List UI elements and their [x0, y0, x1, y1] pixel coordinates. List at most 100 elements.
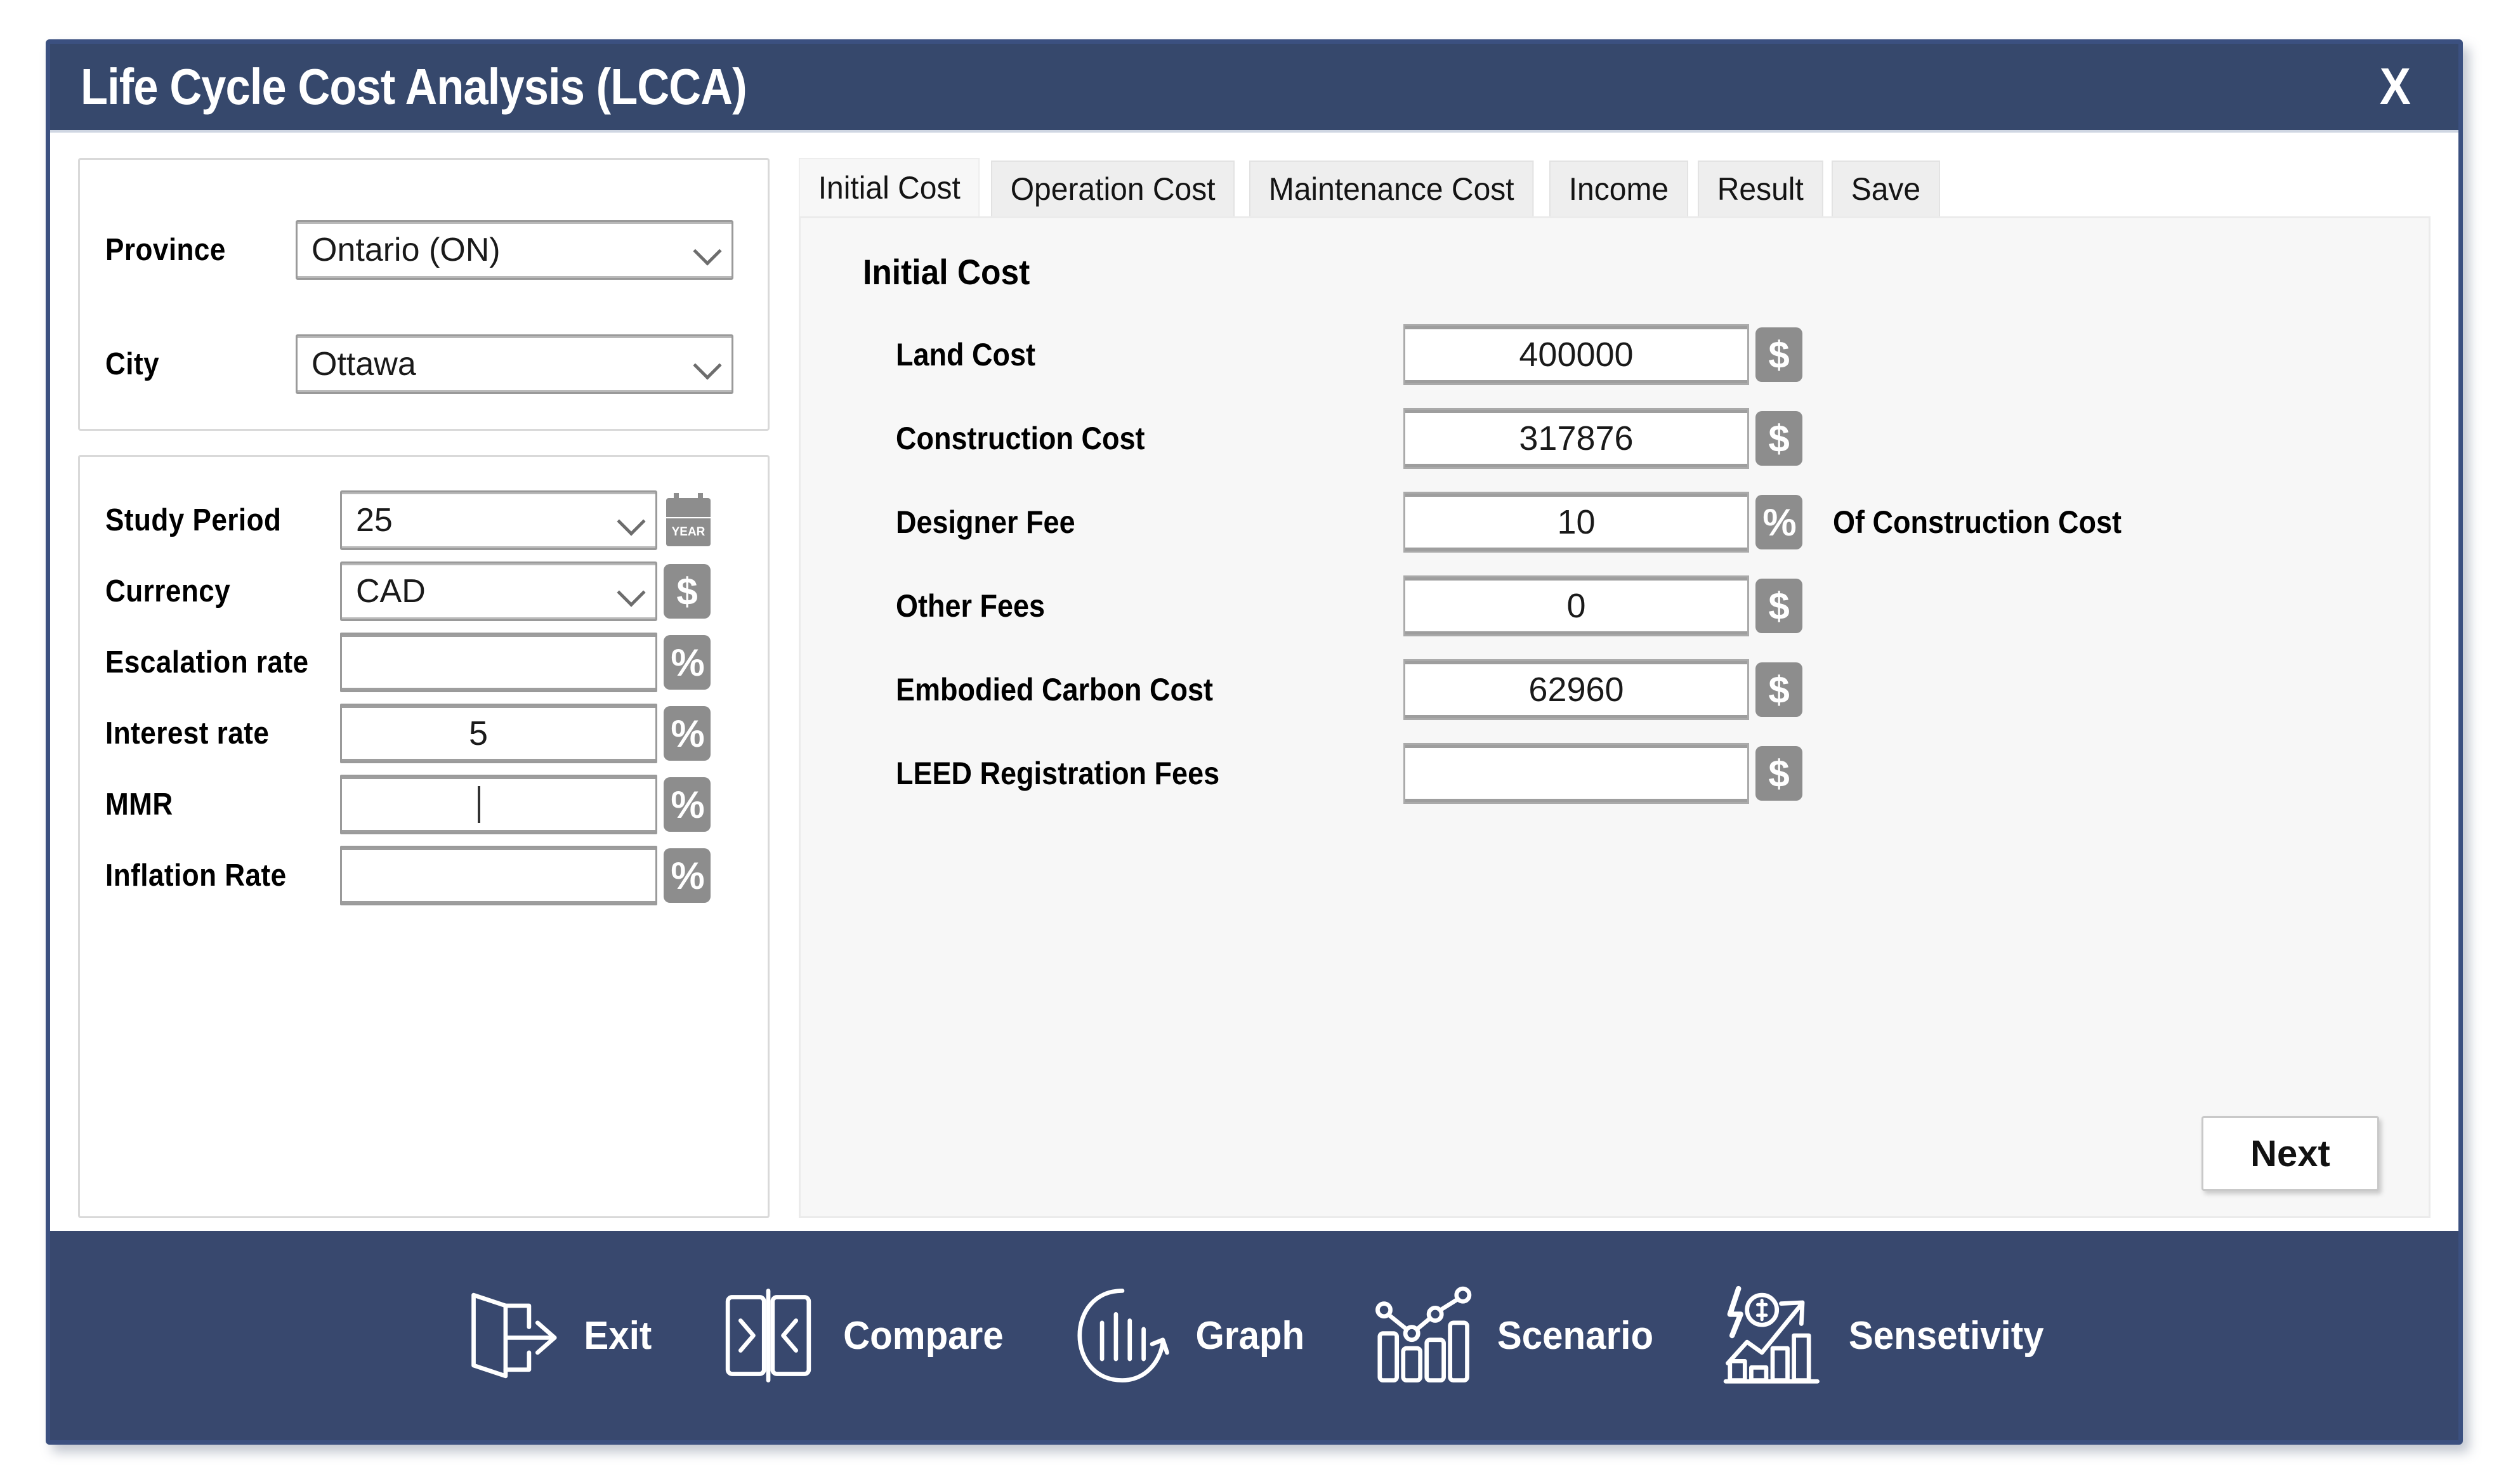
tab-result[interactable]: Result [1698, 161, 1823, 216]
currency-label: Currency [105, 574, 317, 609]
tab-operation-cost[interactable]: Operation Cost [991, 161, 1235, 216]
graph-label: Graph [1196, 1313, 1305, 1358]
cost-rows: Land Cost 400000 $ Construction Cost 317… [839, 322, 2391, 806]
title-bar: Life Cycle Cost Analysis (LCCA) X [50, 44, 2458, 133]
dollar-icon: $ [1755, 579, 1802, 633]
percent-icon: % [664, 706, 711, 761]
interest-rate-input[interactable]: 5 [340, 704, 657, 763]
initial-cost-panel: Initial Cost Land Cost 400000 $ Construc… [799, 216, 2431, 1218]
designer-fee-input[interactable]: 10 [1403, 492, 1749, 553]
currency-row: Currency CAD $ [105, 556, 742, 627]
dollar-icon: $ [1755, 662, 1802, 717]
tab-maintenance-cost[interactable]: Maintenance Cost [1249, 161, 1533, 216]
percent-icon: % [664, 777, 711, 832]
construction-cost-label: Construction Cost [896, 420, 1353, 457]
panel-heading: Initial Cost [863, 251, 2268, 292]
chevron-down-icon [693, 351, 721, 379]
inflation-rate-input[interactable] [340, 846, 657, 905]
other-fees-value: 0 [1566, 586, 1585, 626]
city-select[interactable]: Ottawa [296, 334, 733, 394]
province-label: Province [105, 232, 277, 268]
mmr-label: MMR [105, 787, 317, 822]
exit-door-icon [459, 1282, 565, 1389]
interest-rate-value: 5 [469, 714, 528, 753]
embodied-carbon-cost-value: 62960 [1528, 670, 1624, 709]
province-select[interactable]: Ontario (ON) [296, 220, 733, 280]
interest-rate-label: Interest rate [105, 716, 317, 751]
other-fees-input[interactable]: 0 [1403, 575, 1749, 636]
chevron-down-icon [693, 237, 721, 265]
dollar-icon: $ [1755, 411, 1802, 466]
parameters-panel: Study Period 25 YEAR Currency CAD [78, 455, 770, 1218]
location-panel: Province Ontario (ON) City Ottawa [78, 158, 770, 431]
escalation-rate-row: Escalation rate % [105, 627, 742, 698]
left-column: Province Ontario (ON) City Ottawa [78, 158, 770, 1218]
compare-button[interactable]: Compare [715, 1282, 1009, 1389]
leed-registration-fees-label: LEED Registration Fees [896, 755, 1353, 792]
graph-button[interactable]: Graph [1069, 1282, 1308, 1389]
mmr-input[interactable] [340, 775, 657, 834]
sensitivity-icon [1719, 1282, 1826, 1389]
city-row: City Ottawa [105, 307, 742, 421]
compare-panels-icon [715, 1282, 822, 1389]
dollar-icon: $ [1755, 327, 1802, 382]
study-period-select[interactable]: 25 [340, 490, 657, 550]
mmr-row: MMR % [105, 769, 742, 840]
tab-strip: Initial Cost Operation Cost Maintenance … [799, 158, 2431, 216]
escalation-rate-label: Escalation rate [105, 645, 317, 680]
close-icon[interactable]: X [2368, 57, 2422, 117]
exit-button[interactable]: Exit [459, 1282, 654, 1389]
construction-cost-input[interactable]: 317876 [1403, 408, 1749, 469]
other-fees-label: Other Fees [896, 588, 1353, 624]
dollar-icon: $ [1755, 746, 1802, 801]
province-value: Ontario (ON) [312, 231, 501, 269]
land-cost-label: Land Cost [896, 336, 1353, 373]
province-row: Province Ontario (ON) [105, 193, 742, 307]
designer-fee-note: Of Construction Cost [1833, 504, 2122, 541]
calendar-year-text: YEAR [666, 518, 711, 546]
escalation-rate-input[interactable] [340, 633, 657, 692]
tab-save[interactable]: Save [1832, 161, 1940, 216]
designer-fee-value: 10 [1557, 502, 1595, 542]
study-period-row: Study Period 25 YEAR [105, 485, 742, 556]
chevron-down-icon [617, 578, 645, 607]
next-button[interactable]: Next [2201, 1116, 2379, 1191]
tab-income[interactable]: Income [1549, 161, 1688, 216]
embodied-carbon-cost-label: Embodied Carbon Cost [896, 671, 1353, 708]
embodied-carbon-cost-input[interactable]: 62960 [1403, 659, 1749, 720]
city-label: City [105, 346, 277, 382]
compare-label: Compare [843, 1313, 1004, 1358]
scenario-barline-icon [1369, 1282, 1476, 1389]
leed-registration-fees-row: LEED Registration Fees $ [896, 740, 2391, 806]
currency-value: CAD [356, 572, 426, 610]
lcca-window: Life Cycle Cost Analysis (LCCA) X Provin… [46, 39, 2463, 1445]
currency-select[interactable]: CAD [340, 561, 657, 621]
construction-cost-row: Construction Cost 317876 $ [896, 405, 2391, 471]
interest-rate-row: Interest rate 5 % [105, 698, 742, 769]
percent-icon: % [664, 848, 711, 903]
chevron-down-icon [617, 507, 645, 535]
percent-icon: % [664, 635, 711, 690]
calendar-year-icon: YEAR [664, 493, 713, 548]
right-column: Initial Cost Operation Cost Maintenance … [799, 158, 2431, 1218]
city-value: Ottawa [312, 345, 416, 383]
inflation-rate-row: Inflation Rate % [105, 840, 742, 911]
sensetivity-button[interactable]: Sensetivity [1719, 1282, 2050, 1389]
study-period-value: 25 [356, 501, 393, 539]
embodied-carbon-cost-row: Embodied Carbon Cost 62960 $ [896, 657, 2391, 723]
page-title: Life Cycle Cost Analysis (LCCA) [81, 58, 747, 116]
tab-initial-cost[interactable]: Initial Cost [799, 158, 980, 216]
footer-toolbar: Exit Compare [50, 1231, 2458, 1440]
next-row: Next [839, 1097, 2391, 1191]
scenario-label: Scenario [1497, 1313, 1653, 1358]
sensetivity-label: Sensetivity [1849, 1313, 2044, 1358]
scenario-button[interactable]: Scenario [1369, 1282, 1658, 1389]
land-cost-input[interactable]: 400000 [1403, 324, 1749, 385]
study-period-label: Study Period [105, 502, 317, 538]
land-cost-row: Land Cost 400000 $ [896, 322, 2391, 388]
designer-fee-row: Designer Fee 10 % Of Construction Cost [896, 489, 2391, 555]
leed-registration-fees-input[interactable] [1403, 743, 1749, 804]
other-fees-row: Other Fees 0 $ [896, 573, 2391, 639]
percent-icon: % [1755, 495, 1802, 549]
inflation-rate-label: Inflation Rate [105, 858, 317, 893]
